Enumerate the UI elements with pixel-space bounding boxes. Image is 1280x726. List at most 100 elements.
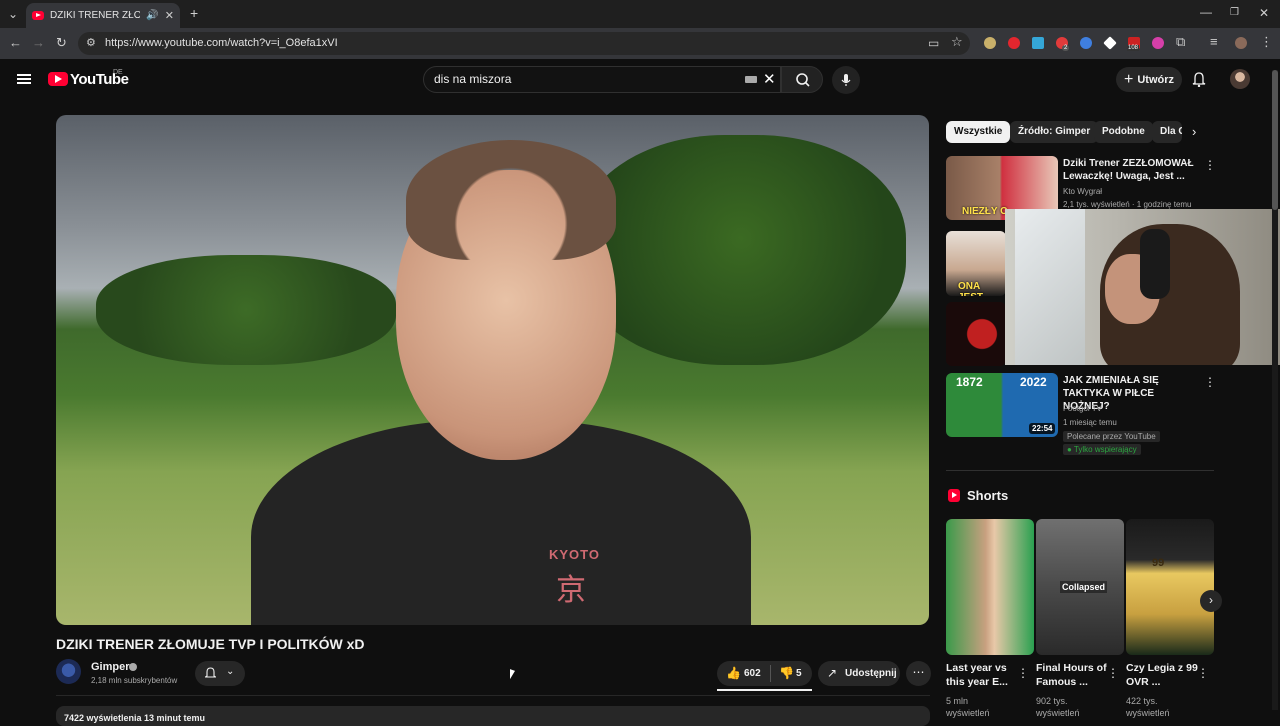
search-icon xyxy=(796,73,810,87)
reload-icon[interactable]: ↻ xyxy=(56,36,67,49)
microphone-icon xyxy=(841,74,851,86)
views-and-date: 7422 wyświetlenia 13 minut temu xyxy=(64,713,206,723)
browser-menu-icon[interactable]: ⋮ xyxy=(1260,35,1273,48)
recommendation-channel[interactable]: Kto Wygrał xyxy=(1063,187,1102,196)
recommendation-meta: 2,1 tys. wyświetleń · 1 godzinę temu xyxy=(1063,200,1192,209)
video-player[interactable]: KYOTO 京 xyxy=(56,115,929,625)
profile-avatar-icon[interactable] xyxy=(1235,37,1247,49)
new-tab-plus-icon[interactable]: + xyxy=(190,6,198,20)
extension-5-icon[interactable] xyxy=(1080,37,1092,49)
short-thumbnail[interactable] xyxy=(946,519,1034,655)
chip-for-you[interactable]: Dla Ciebie xyxy=(1152,121,1182,143)
like-ratio-bar xyxy=(717,689,812,691)
tab-search-icon[interactable]: ⌄ xyxy=(8,8,18,20)
background-tree xyxy=(576,135,906,365)
chip-similar[interactable]: Podobne xyxy=(1094,121,1153,143)
keyboard-icon[interactable] xyxy=(745,76,757,83)
dislike-count[interactable]: 5 xyxy=(796,668,802,679)
channel-name[interactable]: Gimper xyxy=(91,661,130,673)
person-hair xyxy=(406,140,616,260)
short-view-count: 902 tys. xyxy=(1036,696,1068,706)
search-button[interactable] xyxy=(781,66,823,93)
video-thumbnail[interactable]: 1872 2022 22:54 xyxy=(946,373,1058,437)
channel-notification-button[interactable]: ⌄ xyxy=(195,661,245,686)
like-count[interactable]: 602 xyxy=(744,668,761,679)
shorts-heading: Shorts xyxy=(967,488,1009,503)
back-arrow-icon[interactable]: ← xyxy=(9,36,22,49)
short-view-count: 5 mln xyxy=(946,696,969,706)
mouse-cursor-icon xyxy=(510,669,515,681)
youtube-logo-icon[interactable] xyxy=(48,72,68,86)
more-options-icon[interactable]: ⋮ xyxy=(1017,666,1029,680)
extensions-puzzle-icon[interactable]: ⧉ xyxy=(1176,35,1185,48)
members-only-label: Tylko wspierający xyxy=(1073,445,1137,454)
short-title[interactable]: Last year vs this year E... xyxy=(946,661,1022,689)
video-thumbnail[interactable]: ONA JEST xyxy=(946,231,1006,296)
more-options-icon[interactable]: ⋮ xyxy=(1107,666,1119,680)
search-input-value[interactable]: dis na miszora xyxy=(434,72,511,86)
thumbnail-text: NIEZŁY C xyxy=(962,206,1008,217)
short-view-suffix: wyświetleń xyxy=(1036,708,1080,718)
shirt-kanji: 京 xyxy=(556,574,586,607)
share-arrow-icon[interactable]: ↗ xyxy=(827,666,837,680)
bookmark-star-icon[interactable]: ☆ xyxy=(951,35,963,48)
thumbnail-text: ONA JEST xyxy=(958,281,983,296)
recommendation-channel[interactable]: Footgol TV xyxy=(1063,404,1102,413)
more-actions-icon[interactable]: ⋯ xyxy=(906,661,931,686)
short-view-count: 422 tys. xyxy=(1126,696,1158,706)
cast-icon[interactable]: ▭ xyxy=(928,37,939,49)
share-label[interactable]: Udostępnij xyxy=(845,668,897,679)
short-title[interactable]: Czy Legia z 99 OVR ... xyxy=(1126,661,1202,689)
extension-3-icon[interactable] xyxy=(1032,37,1044,49)
user-avatar[interactable] xyxy=(1230,69,1250,89)
create-button[interactable]: + Utwórz xyxy=(1116,67,1182,92)
site-info-icon[interactable]: ⚙ xyxy=(86,37,96,49)
more-options-icon[interactable]: ⋮ xyxy=(1204,158,1216,172)
thumbnail-year-left: 1872 xyxy=(956,375,983,389)
browser-tab[interactable]: DZIKI TRENER ZŁOMUJE TV 🔊 ✕ xyxy=(26,3,180,28)
short-views: 902 tys. wyświetleń xyxy=(1036,695,1116,719)
scrollbar-thumb[interactable] xyxy=(1272,70,1278,210)
shorts-next-chevron-icon[interactable]: › xyxy=(1200,590,1222,612)
url-text[interactable]: https://www.youtube.com/watch?v=i_O8efa1… xyxy=(105,37,338,49)
bell-icon xyxy=(205,667,216,678)
tab-title: DZIKI TRENER ZŁOMUJE TV xyxy=(50,10,141,21)
recommendation-meta: 1 miesiąc temu xyxy=(1063,418,1117,427)
forward-arrow-icon[interactable]: → xyxy=(32,36,45,49)
recommended-badge: Polecane przez YouTube xyxy=(1063,431,1160,442)
window-close-icon[interactable]: ✕ xyxy=(1259,7,1269,19)
restore-icon[interactable]: ❐ xyxy=(1230,7,1239,19)
notifications-bell-icon[interactable] xyxy=(1192,71,1206,87)
extension-1-icon[interactable] xyxy=(984,37,996,49)
recommendation-title[interactable]: Dziki Trener ZEZŁOMOWAŁ Lewaczkę! Uwaga,… xyxy=(1063,157,1203,183)
tab-close-icon[interactable]: ✕ xyxy=(165,9,174,22)
youtube-favicon-icon xyxy=(32,11,44,20)
more-options-icon[interactable]: ⋮ xyxy=(1197,666,1209,680)
info-divider xyxy=(56,695,930,696)
extension-2-icon[interactable] xyxy=(1008,37,1020,49)
members-only-badge: ● Tylko wspierający xyxy=(1063,444,1141,455)
thumbnail-year-right: 2022 xyxy=(1020,375,1047,389)
reading-list-icon[interactable]: ≡ xyxy=(1210,35,1218,48)
video-thumbnail[interactable] xyxy=(946,302,1006,366)
clear-search-icon[interactable]: ✕ xyxy=(763,70,776,88)
channel-avatar[interactable] xyxy=(56,659,81,684)
create-label: Utwórz xyxy=(1137,73,1175,86)
hamburger-menu-icon[interactable] xyxy=(17,74,31,84)
speaker-icon[interactable]: 🔊 xyxy=(146,10,158,21)
extension-7-badge: 108 xyxy=(1127,45,1140,51)
video-duration: 22:54 xyxy=(1029,423,1056,434)
country-code: DE xyxy=(113,69,123,76)
minimize-icon[interactable]: — xyxy=(1200,6,1212,18)
short-thumbnail[interactable]: 99 xyxy=(1126,519,1214,655)
short-title[interactable]: Final Hours of Famous ... xyxy=(1036,661,1112,689)
chevron-right-icon[interactable]: › xyxy=(1192,124,1196,139)
thumbs-down-icon[interactable]: 👎 xyxy=(779,666,794,680)
chip-source[interactable]: Źródło: Gimper xyxy=(1010,121,1099,143)
chip-all[interactable]: Wszystkie xyxy=(946,121,1011,143)
short-thumbnail[interactable]: Collapsed xyxy=(1036,519,1124,655)
more-options-icon[interactable]: ⋮ xyxy=(1204,375,1216,389)
extension-8-icon[interactable] xyxy=(1152,37,1164,49)
thumbs-up-icon[interactable]: 👍 xyxy=(726,666,741,680)
voice-search-button[interactable] xyxy=(832,66,860,94)
